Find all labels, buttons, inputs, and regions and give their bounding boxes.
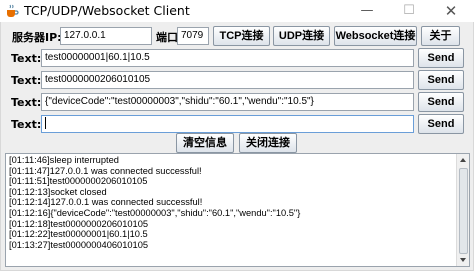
- log-line: [01:11:51]test0000000206010105: [9, 176, 148, 187]
- port-input[interactable]: 7079: [177, 27, 209, 45]
- scroll-down-icon[interactable]: [460, 258, 466, 262]
- close-connection-button[interactable]: 关闭连接: [239, 133, 297, 153]
- port-label: 端口: [156, 31, 178, 44]
- window-title: TCP/UDP/Websocket Client: [24, 3, 190, 18]
- websocket-connect-button[interactable]: Websocket连接: [334, 26, 417, 46]
- message-label: Text:: [11, 96, 42, 109]
- send-button-1[interactable]: Send: [418, 48, 464, 68]
- close-window-button[interactable]: ✕: [430, 0, 472, 22]
- message-label: Text:: [11, 74, 42, 87]
- log-line: [01:12:14]127.0.0.1 was connected succes…: [9, 197, 203, 208]
- send-button-3[interactable]: Send: [418, 92, 464, 112]
- send-button-4[interactable]: Send: [418, 114, 464, 134]
- send-button-2[interactable]: Send: [418, 70, 464, 90]
- message-label: Text:: [11, 118, 42, 131]
- log-output[interactable]: [01:11:46]sleep interrupted [01:11:47]12…: [5, 153, 470, 267]
- log-line: [01:13:27]test0000000406010105: [9, 239, 149, 250]
- server-ip-input[interactable]: 127.0.0.1: [60, 27, 152, 45]
- log-line: [01:12:22]test00000001|60.1|10.5: [9, 229, 148, 240]
- scroll-thumb[interactable]: [459, 168, 468, 254]
- scroll-up-icon[interactable]: [460, 158, 466, 162]
- maximize-button[interactable]: ☐: [388, 0, 430, 22]
- udp-connect-button[interactable]: UDP连接: [273, 26, 330, 46]
- log-line: [01:11:46]sleep interrupted: [9, 155, 119, 165]
- message-input-4[interactable]: [41, 115, 414, 133]
- log-scrollbar[interactable]: [456, 154, 469, 266]
- clear-log-button[interactable]: 清空信息: [176, 133, 234, 153]
- tcp-connect-button[interactable]: TCP连接: [213, 26, 270, 46]
- minimize-button[interactable]: —: [346, 0, 388, 22]
- message-label: Text:: [11, 52, 42, 65]
- server-ip-label: 服务器IP:: [12, 31, 62, 44]
- log-line: [01:12:18]test0000000206010105: [9, 218, 149, 229]
- log-line: [01:11:47]127.0.0.1 was connected succes…: [9, 165, 202, 176]
- window-content: 服务器IP: 127.0.0.1 端口 7079 TCP连接 UDP连接 Web…: [0, 22, 474, 271]
- text-caret: [45, 117, 46, 130]
- message-input-3[interactable]: {"deviceCode":"test00000003","shidu":"60…: [41, 93, 414, 111]
- title-bar: TCP/UDP/Websocket Client — ☐ ✕: [0, 0, 474, 22]
- log-line: [01:12:13]socket closed: [9, 186, 107, 197]
- log-line: [01:12:16]{"deviceCode":"test00000003","…: [9, 207, 301, 218]
- message-input-2[interactable]: test0000000206010105: [41, 71, 414, 89]
- log-lines: [01:11:46]sleep interrupted [01:11:47]12…: [9, 155, 454, 250]
- coffee-cup-icon: [7, 4, 19, 17]
- about-button[interactable]: 关于: [421, 26, 460, 46]
- message-input-1[interactable]: test00000001|60.1|10.5: [41, 49, 414, 67]
